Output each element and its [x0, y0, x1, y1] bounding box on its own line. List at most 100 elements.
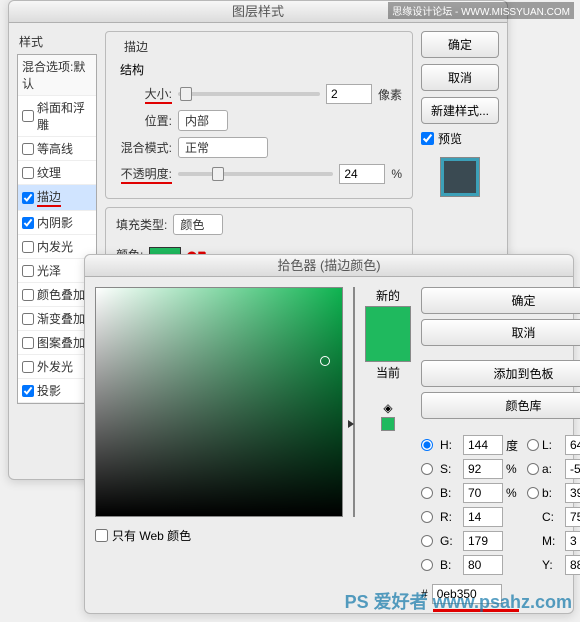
style-row-4[interactable]: 内阴影	[18, 211, 96, 235]
val-Bc[interactable]	[463, 555, 503, 575]
hue-pointer[interactable]	[348, 420, 354, 428]
size-unit: 像素	[378, 86, 402, 103]
style-label: 斜面和浮雕	[37, 99, 92, 133]
lbl-a: a:	[542, 462, 562, 476]
lbl-C: C:	[542, 510, 562, 524]
picker-title: 拾色器 (描边颜色)	[85, 255, 573, 277]
hue-slider[interactable]	[353, 287, 355, 517]
val-Y[interactable]	[565, 555, 580, 575]
blend-mode-select[interactable]: 正常	[178, 137, 268, 158]
opacity-unit: %	[391, 167, 402, 181]
lbl-M: M:	[542, 534, 562, 548]
style-label: 颜色叠加	[37, 286, 85, 303]
stroke-fieldset: 描边 结构 大小: 像素 位置: 内部 混合模式: 正常 不透明度:	[105, 31, 413, 199]
new-style-button[interactable]: 新建样式...	[421, 97, 499, 124]
style-label: 描边	[37, 188, 61, 207]
val-H[interactable]	[463, 435, 503, 455]
style-checkbox[interactable]	[22, 192, 34, 204]
val-S[interactable]	[463, 459, 503, 479]
opacity-label: 不透明度:	[116, 165, 172, 184]
radio-H[interactable]	[421, 439, 433, 451]
val-C[interactable]	[565, 507, 580, 527]
style-checkbox[interactable]	[22, 143, 34, 155]
radio-G[interactable]	[421, 535, 433, 547]
style-checkbox[interactable]	[22, 385, 34, 397]
sv-cursor[interactable]	[320, 356, 330, 366]
current-label: 当前	[365, 364, 411, 381]
style-checkbox[interactable]	[22, 313, 34, 325]
lbl-S: S:	[440, 462, 460, 476]
style-checkbox[interactable]	[22, 167, 34, 179]
lbl-b2: b:	[542, 486, 562, 500]
style-label: 渐变叠加	[37, 310, 85, 327]
style-label: 投影	[37, 382, 61, 399]
radio-B[interactable]	[421, 487, 433, 499]
lbl-L: L:	[542, 438, 562, 452]
lbl-Bc: B:	[440, 558, 460, 572]
position-select[interactable]: 内部	[178, 110, 228, 131]
add-swatch-button[interactable]: 添加到色板	[421, 360, 580, 387]
val-L[interactable]	[565, 435, 580, 455]
style-checkbox[interactable]	[22, 241, 34, 253]
preview-checkbox[interactable]: 预览	[421, 130, 499, 147]
structure-label: 结构	[120, 61, 402, 78]
val-B[interactable]	[463, 483, 503, 503]
ok-button[interactable]: 确定	[421, 31, 499, 58]
radio-L[interactable]	[527, 439, 539, 451]
val-R[interactable]	[463, 507, 503, 527]
style-label: 纹理	[37, 164, 61, 181]
val-M[interactable]	[565, 531, 580, 551]
fill-label: 填充类型:	[116, 216, 167, 233]
watermark-bottom: PS 爱好者 www.psahz.com	[345, 588, 572, 614]
style-label: 等高线	[37, 140, 73, 157]
size-slider[interactable]	[178, 92, 320, 96]
size-input[interactable]	[326, 84, 372, 104]
lbl-Y: Y:	[542, 558, 562, 572]
blend-mode-label: 混合模式:	[116, 139, 172, 156]
cancel-button[interactable]: 取消	[421, 64, 499, 91]
style-checkbox[interactable]	[22, 110, 34, 122]
style-checkbox[interactable]	[22, 217, 34, 229]
radio-b2[interactable]	[527, 487, 539, 499]
opacity-slider[interactable]	[178, 172, 333, 176]
radio-R[interactable]	[421, 511, 433, 523]
mini-swatch[interactable]	[381, 417, 395, 431]
style-row-1[interactable]: 等高线	[18, 137, 96, 161]
web-only-checkbox[interactable]: 只有 Web 颜色	[95, 527, 343, 544]
val-G[interactable]	[463, 531, 503, 551]
lbl-B: B:	[440, 486, 460, 500]
picker-ok-button[interactable]: 确定	[421, 287, 580, 314]
position-label: 位置:	[116, 112, 172, 129]
new-current-swatch[interactable]	[365, 306, 411, 362]
styles-header: 样式	[17, 31, 97, 54]
picker-cancel-button[interactable]: 取消	[421, 319, 580, 346]
cube-icon[interactable]: ◈	[381, 401, 395, 415]
val-a[interactable]	[565, 459, 580, 479]
val-b2[interactable]	[565, 483, 580, 503]
radio-Bc[interactable]	[421, 559, 433, 571]
style-checkbox[interactable]	[22, 337, 34, 349]
sv-field[interactable]	[95, 287, 343, 517]
style-label: 内阴影	[37, 214, 73, 231]
blend-default-row[interactable]: 混合选项:默认	[18, 55, 96, 96]
radio-a[interactable]	[527, 463, 539, 475]
style-checkbox[interactable]	[22, 265, 34, 277]
radio-S[interactable]	[421, 463, 433, 475]
opacity-input[interactable]	[339, 164, 385, 184]
color-picker-dialog: 拾色器 (描边颜色) 只有 Web 颜色 新的 当前 ◈ 确定 取消 添加到色板…	[84, 254, 574, 614]
style-row-2[interactable]: 纹理	[18, 161, 96, 185]
style-label: 外发光	[37, 358, 73, 375]
size-label: 大小:	[116, 85, 172, 104]
preview-swatch	[440, 157, 480, 197]
fill-type-select[interactable]: 颜色	[173, 214, 223, 235]
style-label: 图案叠加	[37, 334, 85, 351]
new-label: 新的	[365, 287, 411, 304]
color-lib-button[interactable]: 颜色库	[421, 392, 580, 419]
style-checkbox[interactable]	[22, 361, 34, 373]
style-row-0[interactable]: 斜面和浮雕	[18, 96, 96, 137]
style-label: 内发光	[37, 238, 73, 255]
watermark-top: 思缘设计论坛 - WWW.MISSYUAN.COM	[388, 2, 574, 19]
style-row-3[interactable]: 描边	[18, 185, 96, 211]
unit-S: %	[506, 462, 524, 476]
style-checkbox[interactable]	[22, 289, 34, 301]
